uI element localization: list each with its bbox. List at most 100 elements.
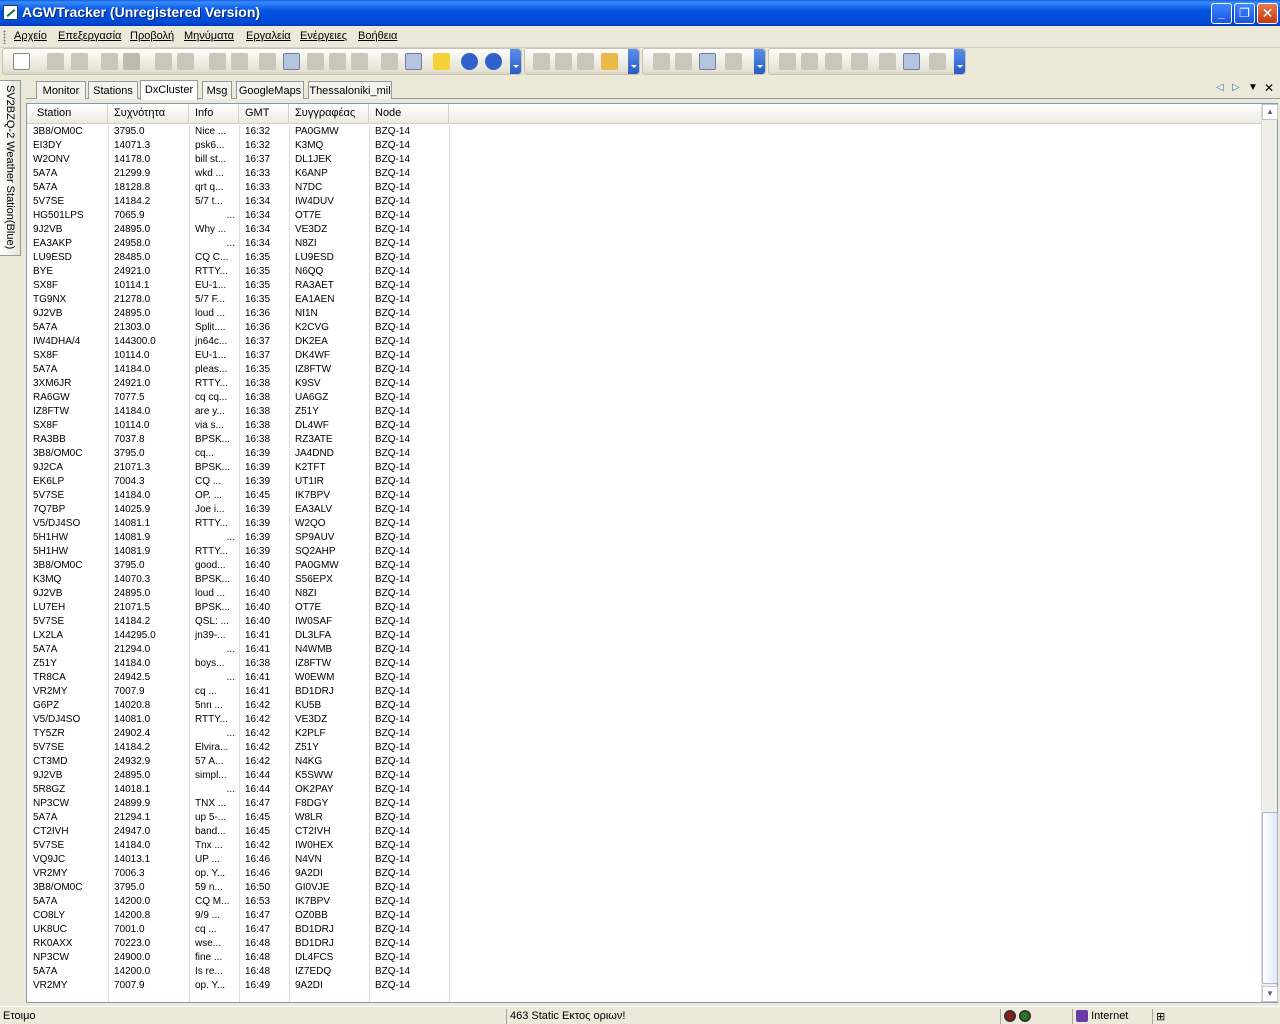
- table-row[interactable]: 9J2VB 24895.0 loud ... 16:40 N8ZI BZQ-14: [27, 587, 1262, 601]
- copy-icon[interactable]: [555, 53, 572, 70]
- table-row[interactable]: HG501LPS 7065.9... 16:34 OT7E BZQ-14: [27, 209, 1262, 223]
- table-row[interactable]: 5A7A 21294.1 up 5-... 16:45 W8LR BZQ-14: [27, 811, 1262, 825]
- table-row[interactable]: 5V7SE 14184.2 QSL: ... 16:40 IW0SAF BZQ-14: [27, 615, 1262, 629]
- contacts-icon[interactable]: [601, 53, 618, 70]
- table-row[interactable]: EK6LP 7004.3 CQ ... 16:39 UT1IR BZQ-14: [27, 475, 1262, 489]
- table-row[interactable]: NP3CW 24899.9 TNX ... 16:47 F8DGY BZQ-14: [27, 797, 1262, 811]
- vertical-scrollbar[interactable]: ▲ ▼: [1261, 104, 1278, 1002]
- title-bar[interactable]: AGWTracker (Unregistered Version) _ ❐ ✕: [0, 0, 1280, 26]
- app-icon[interactable]: [3, 5, 18, 20]
- table-row[interactable]: 5V7SE 14184.0 OP. ... 16:45 IK7BPV BZQ-14: [27, 489, 1262, 503]
- table-row[interactable]: 5V7SE 14184.2 5/7 t... 16:34 IW4DUV BZQ-14: [27, 195, 1262, 209]
- table-row[interactable]: 5V7SE 14184.2 Elvira... 16:42 Z51Y BZQ-14: [27, 741, 1262, 755]
- table-row[interactable]: 3XM6JR 24921.0 RTTY... 16:38 K9SV BZQ-14: [27, 377, 1262, 391]
- table-row[interactable]: 5A7A 21303.0 Split.... 16:36 K2CVG BZQ-14: [27, 321, 1262, 335]
- table-row[interactable]: RA6GW 7077.5 cq cq... 16:38 UA6GZ BZQ-14: [27, 391, 1262, 405]
- table-row[interactable]: UK8UC 7001.0 cq ... 16:47 BD1DRJ BZQ-14: [27, 923, 1262, 937]
- lightning-icon[interactable]: [433, 53, 450, 70]
- tab-msg[interactable]: Msg: [202, 81, 232, 99]
- network-icon[interactable]: [381, 53, 398, 70]
- zoom-in-icon[interactable]: [155, 53, 172, 70]
- table-row[interactable]: 5A7A 21299.9 wkd ... 16:33 K6ANP BZQ-14: [27, 167, 1262, 181]
- table-row[interactable]: EA3AKP 24958.0... 16:34 N8ZI BZQ-14: [27, 237, 1262, 251]
- col-author[interactable]: Συγγραφέας: [289, 104, 369, 124]
- tab-dxcluster[interactable]: DxCluster: [140, 80, 198, 100]
- search-icon[interactable]: [329, 53, 346, 70]
- col-gmt[interactable]: GMT: [239, 104, 289, 124]
- print-preview-icon[interactable]: [123, 53, 140, 70]
- paste-icon[interactable]: [577, 53, 594, 70]
- table-row[interactable]: CO8LY 14200.8 9/9 ... 16:47 OZ0BB BZQ-14: [27, 909, 1262, 923]
- menu-tools[interactable]: Εργαλεία: [246, 30, 291, 42]
- menu-edit[interactable]: Επεξεργασία: [58, 30, 121, 42]
- measure-icon[interactable]: [351, 53, 368, 70]
- tab-googlemaps[interactable]: GoogleMaps: [236, 81, 304, 99]
- col-frequency[interactable]: Συχνότητα: [108, 104, 189, 124]
- help-icon[interactable]: [485, 53, 502, 70]
- table-row[interactable]: 9J2VB 24895.0 Why ... 16:34 VE3DZ BZQ-14: [27, 223, 1262, 237]
- table-row[interactable]: 5A7A 14200.0 Is re... 16:48 IZ7EDQ BZQ-14: [27, 965, 1262, 979]
- table-row[interactable]: CT3MD 24932.9 57 A... 16:42 N4KG BZQ-14: [27, 755, 1262, 769]
- table-row[interactable]: 5A7A 18128.8 qrt q... 16:33 N7DC BZQ-14: [27, 181, 1262, 195]
- tab-prev-icon[interactable]: ◁: [1216, 82, 1224, 93]
- grid-icon[interactable]: [653, 53, 670, 70]
- station-toolbar-overflow-icon[interactable]: [954, 49, 965, 74]
- table-row[interactable]: 9J2VB 24895.0 loud ... 16:36 NI1N BZQ-14: [27, 307, 1262, 321]
- table-row[interactable]: 9J2VB 24895.0 simpl... 16:44 K5SWW BZQ-14: [27, 769, 1262, 783]
- info-icon[interactable]: [461, 53, 478, 70]
- weather-station-side-tab[interactable]: SV2BZQ-2 Weather Station(Blue): [0, 80, 21, 256]
- cut-icon[interactable]: [533, 53, 550, 70]
- table-row[interactable]: 5A7A 14184.0 pleas... 16:35 IZ8FTW BZQ-14: [27, 363, 1262, 377]
- pan-icon[interactable]: [209, 53, 226, 70]
- fit-icon[interactable]: [231, 53, 248, 70]
- table-row[interactable]: NP3CW 24900.0 fine ... 16:48 DL4FCS BZQ-14: [27, 951, 1262, 965]
- table-row[interactable]: SX8F 10114.0 via s... 16:38 DL4WF BZQ-14: [27, 419, 1262, 433]
- table-row[interactable]: 5R8GZ 14018.1... 16:44 OK2PAY BZQ-14: [27, 783, 1262, 797]
- tab-stations[interactable]: Stations: [88, 81, 138, 99]
- col-node[interactable]: Node: [369, 104, 449, 124]
- list-icon[interactable]: [929, 53, 946, 70]
- window-icon[interactable]: [675, 53, 692, 70]
- dxcluster-list[interactable]: Station Συχνότητα Info GMT Συγγραφέας No…: [26, 103, 1278, 1003]
- edit-toolbar-overflow-icon[interactable]: [628, 49, 639, 74]
- menu-messages[interactable]: Μηνύματα: [184, 30, 234, 42]
- station-edit-icon[interactable]: [825, 53, 842, 70]
- table-row[interactable]: LU7EH 21071.5 BPSK... 16:40 OT7E BZQ-14: [27, 601, 1262, 615]
- table-row[interactable]: 3B8/OM0C 3795.0 Nice ... 16:32 PA0GMW BZQ-14: [27, 125, 1262, 139]
- print-icon[interactable]: [101, 53, 118, 70]
- table-row[interactable]: VR2MY 7007.9 cq ... 16:41 BD1DRJ BZQ-14: [27, 685, 1262, 699]
- menu-help[interactable]: Βοήθεια: [358, 30, 397, 42]
- table-row[interactable]: VR2MY 7006.3 op. Y... 16:46 9A2DI BZQ-14: [27, 867, 1262, 881]
- restore-button[interactable]: ❐: [1234, 3, 1255, 24]
- tab-monitor[interactable]: Monitor: [36, 81, 86, 99]
- table-row[interactable]: 5A7A 21294.0... 16:41 N4WMB BZQ-14: [27, 643, 1262, 657]
- table-row[interactable]: 5V7SE 14184.0 Tnx ... 16:42 IW0HEX BZQ-14: [27, 839, 1262, 853]
- zoom-out-icon[interactable]: [177, 53, 194, 70]
- table-row[interactable]: 5H1HW 14081.9... 16:39 SP9AUV BZQ-14: [27, 531, 1262, 545]
- menu-view[interactable]: Προβολή: [130, 30, 174, 42]
- table-row[interactable]: EI3DY 14071.3 psk6... 16:32 K3MQ BZQ-14: [27, 139, 1262, 153]
- open-icon[interactable]: [47, 53, 64, 70]
- table-row[interactable]: VQ9JC 14013.1 UP ... 16:46 N4VN BZQ-14: [27, 853, 1262, 867]
- table-row[interactable]: RA3BB 7037.8 BPSK... 16:38 RZ3ATE BZQ-14: [27, 433, 1262, 447]
- table-row[interactable]: LX2LA 144295.0 jn39-... 16:41 DL3LFA BZQ-14: [27, 629, 1262, 643]
- table-row[interactable]: SX8F 10114.1 EU-1... 16:35 RA3AET BZQ-14: [27, 279, 1262, 293]
- table-row[interactable]: 3B8/OM0C 3795.0 cq... 16:39 JA4DND BZQ-14: [27, 447, 1262, 461]
- table-row[interactable]: 5A7A 14200.0 CQ M... 16:53 IK7BPV BZQ-14: [27, 895, 1262, 909]
- table-row[interactable]: BYE 24921.0 RTTY... 16:35 N6QQ BZQ-14: [27, 265, 1262, 279]
- scroll-up-icon[interactable]: ▲: [1262, 104, 1278, 120]
- user-icon[interactable]: [879, 53, 896, 70]
- menu-grip[interactable]: [3, 30, 6, 44]
- menu-file[interactable]: Αρχείο: [14, 30, 47, 42]
- col-station[interactable]: Station: [27, 104, 108, 124]
- table-row[interactable]: 3B8/OM0C 3795.0 good... 16:40 PA0GMW BZQ-14: [27, 559, 1262, 573]
- table-row[interactable]: VR2MY 7007.9 op. Y... 16:49 9A2DI BZQ-14: [27, 979, 1262, 993]
- table-row[interactable]: W2ONV 14178.0 bill st... 16:37 DL1JEK BZQ-14: [27, 153, 1262, 167]
- map-icon[interactable]: [259, 53, 276, 70]
- table-row[interactable]: SX8F 10114.0 EU-1... 16:37 DK4WF BZQ-14: [27, 349, 1262, 363]
- table-row[interactable]: G6PZ 14020.8 5nn ... 16:42 KU5B BZQ-14: [27, 699, 1262, 713]
- table-row[interactable]: CT2IVH 24947.0 band... 16:45 CT2IVH BZQ-14: [27, 825, 1262, 839]
- table-row[interactable]: TR8CA 24942.5... 16:41 W0EWM BZQ-14: [27, 671, 1262, 685]
- users-icon[interactable]: [903, 53, 920, 70]
- table-row[interactable]: IW4DHA/4 144300.0 jn64c... 16:37 DK2EA BZQ-14: [27, 335, 1262, 349]
